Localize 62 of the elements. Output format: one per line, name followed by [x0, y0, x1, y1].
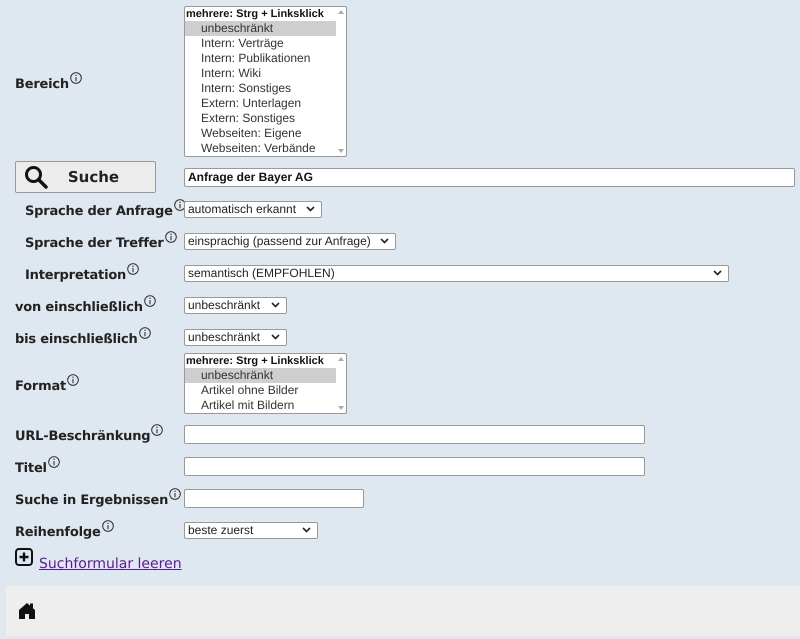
- chevron-down-icon: [713, 270, 722, 276]
- field-label: Sprache der Anfrage: [25, 203, 173, 219]
- chevron-down-icon: [302, 527, 311, 533]
- field-label: Format: [15, 378, 66, 394]
- search-button[interactable]: Suche: [15, 161, 156, 193]
- dropdown[interactable]: unbeschränkt: [184, 296, 287, 314]
- input-field[interactable]: [184, 488, 364, 508]
- info-icon: [151, 424, 164, 436]
- plus-square-icon[interactable]: [15, 548, 33, 566]
- listbox-option[interactable]: unbeschränkt: [185, 21, 336, 36]
- scroll-up-icon[interactable]: [338, 10, 344, 14]
- field-label: Interpretation: [25, 267, 126, 283]
- chevron-down-icon: [271, 302, 280, 308]
- info-icon: [138, 327, 151, 339]
- field-label: URL-Beschränkung: [15, 428, 150, 444]
- chevron-down-icon: [306, 206, 315, 212]
- info-icon: [67, 374, 80, 386]
- field-label: Titel: [15, 460, 47, 476]
- input-field[interactable]: [184, 424, 645, 444]
- listbox[interactable]: mehrere: Strg + Linksklick unbeschränkt Artikel ohne Bilder Artikel mit Bildern: [184, 353, 347, 414]
- listbox-option[interactable]: Webseiten: Eigene: [185, 126, 336, 141]
- listbox-option[interactable]: Intern: Sonstiges: [185, 81, 336, 96]
- info-icon: [144, 295, 156, 307]
- listbox-option[interactable]: Intern: Wiki: [185, 66, 336, 81]
- listbox-option[interactable]: Webseiten: Verbände: [185, 141, 336, 156]
- info-icon: [102, 520, 114, 532]
- listbox-option[interactable]: Intern: Verträge: [185, 36, 336, 51]
- dropdown[interactable]: beste zuerst: [184, 522, 318, 538]
- field-label: Sprache der Treffer: [25, 235, 164, 251]
- field-label: Reihenfolge: [15, 524, 101, 540]
- listbox-option[interactable]: Artikel ohne Bilder: [185, 383, 336, 398]
- scroll-down-icon[interactable]: [338, 149, 344, 153]
- info-icon: [48, 456, 60, 468]
- field-label: bis einschließlich: [15, 331, 138, 347]
- listbox-option[interactable]: Intern: Publikationen: [185, 51, 336, 66]
- chevron-down-icon: [271, 334, 280, 340]
- dropdown[interactable]: unbeschränkt: [184, 328, 287, 346]
- listbox-option[interactable]: Extern: Unterlagen: [185, 96, 336, 111]
- dropdown[interactable]: einsprachig (passend zur Anfrage): [184, 232, 396, 250]
- info-icon: [169, 488, 182, 500]
- chevron-down-icon: [380, 238, 389, 244]
- field-label: Suche in Ergebnissen: [15, 492, 168, 508]
- home-icon[interactable]: [18, 602, 36, 620]
- info-icon: [127, 263, 140, 275]
- listbox-option[interactable]: unbeschränkt: [185, 368, 336, 383]
- listbox-option[interactable]: Artikel mit Bildern: [185, 398, 336, 413]
- field-label: Bereich: [15, 76, 69, 92]
- search-field[interactable]: Anfrage der Bayer AG: [184, 168, 795, 186]
- listbox-header: mehrere: Strg + Linksklick: [185, 7, 325, 21]
- dropdown[interactable]: semantisch (EMPFOHLEN): [184, 264, 729, 282]
- listbox[interactable]: mehrere: Strg + Linksklick unbeschränkt Intern: Verträge Intern: Publikationen Intern: Wiki Intern: Sonstiges Extern: Unterlagen Extern: Sonstiges Webseiten: Eigene Webseiten: Verbände: [184, 6, 347, 157]
- field-label: von einschließlich: [15, 299, 143, 315]
- info-icon: [164, 231, 177, 243]
- dropdown[interactable]: automatisch erkannt: [184, 200, 322, 218]
- search-icon: [24, 165, 48, 189]
- input-field[interactable]: [184, 456, 645, 476]
- scroll-up-icon[interactable]: [338, 357, 344, 361]
- reset-link[interactable]: Suchformular leeren: [39, 556, 182, 572]
- listbox-option[interactable]: Extern: Sonstiges: [185, 111, 336, 126]
- info-icon: [70, 72, 82, 84]
- listbox-header: mehrere: Strg + Linksklick: [185, 354, 325, 368]
- scroll-down-icon[interactable]: [338, 406, 344, 410]
